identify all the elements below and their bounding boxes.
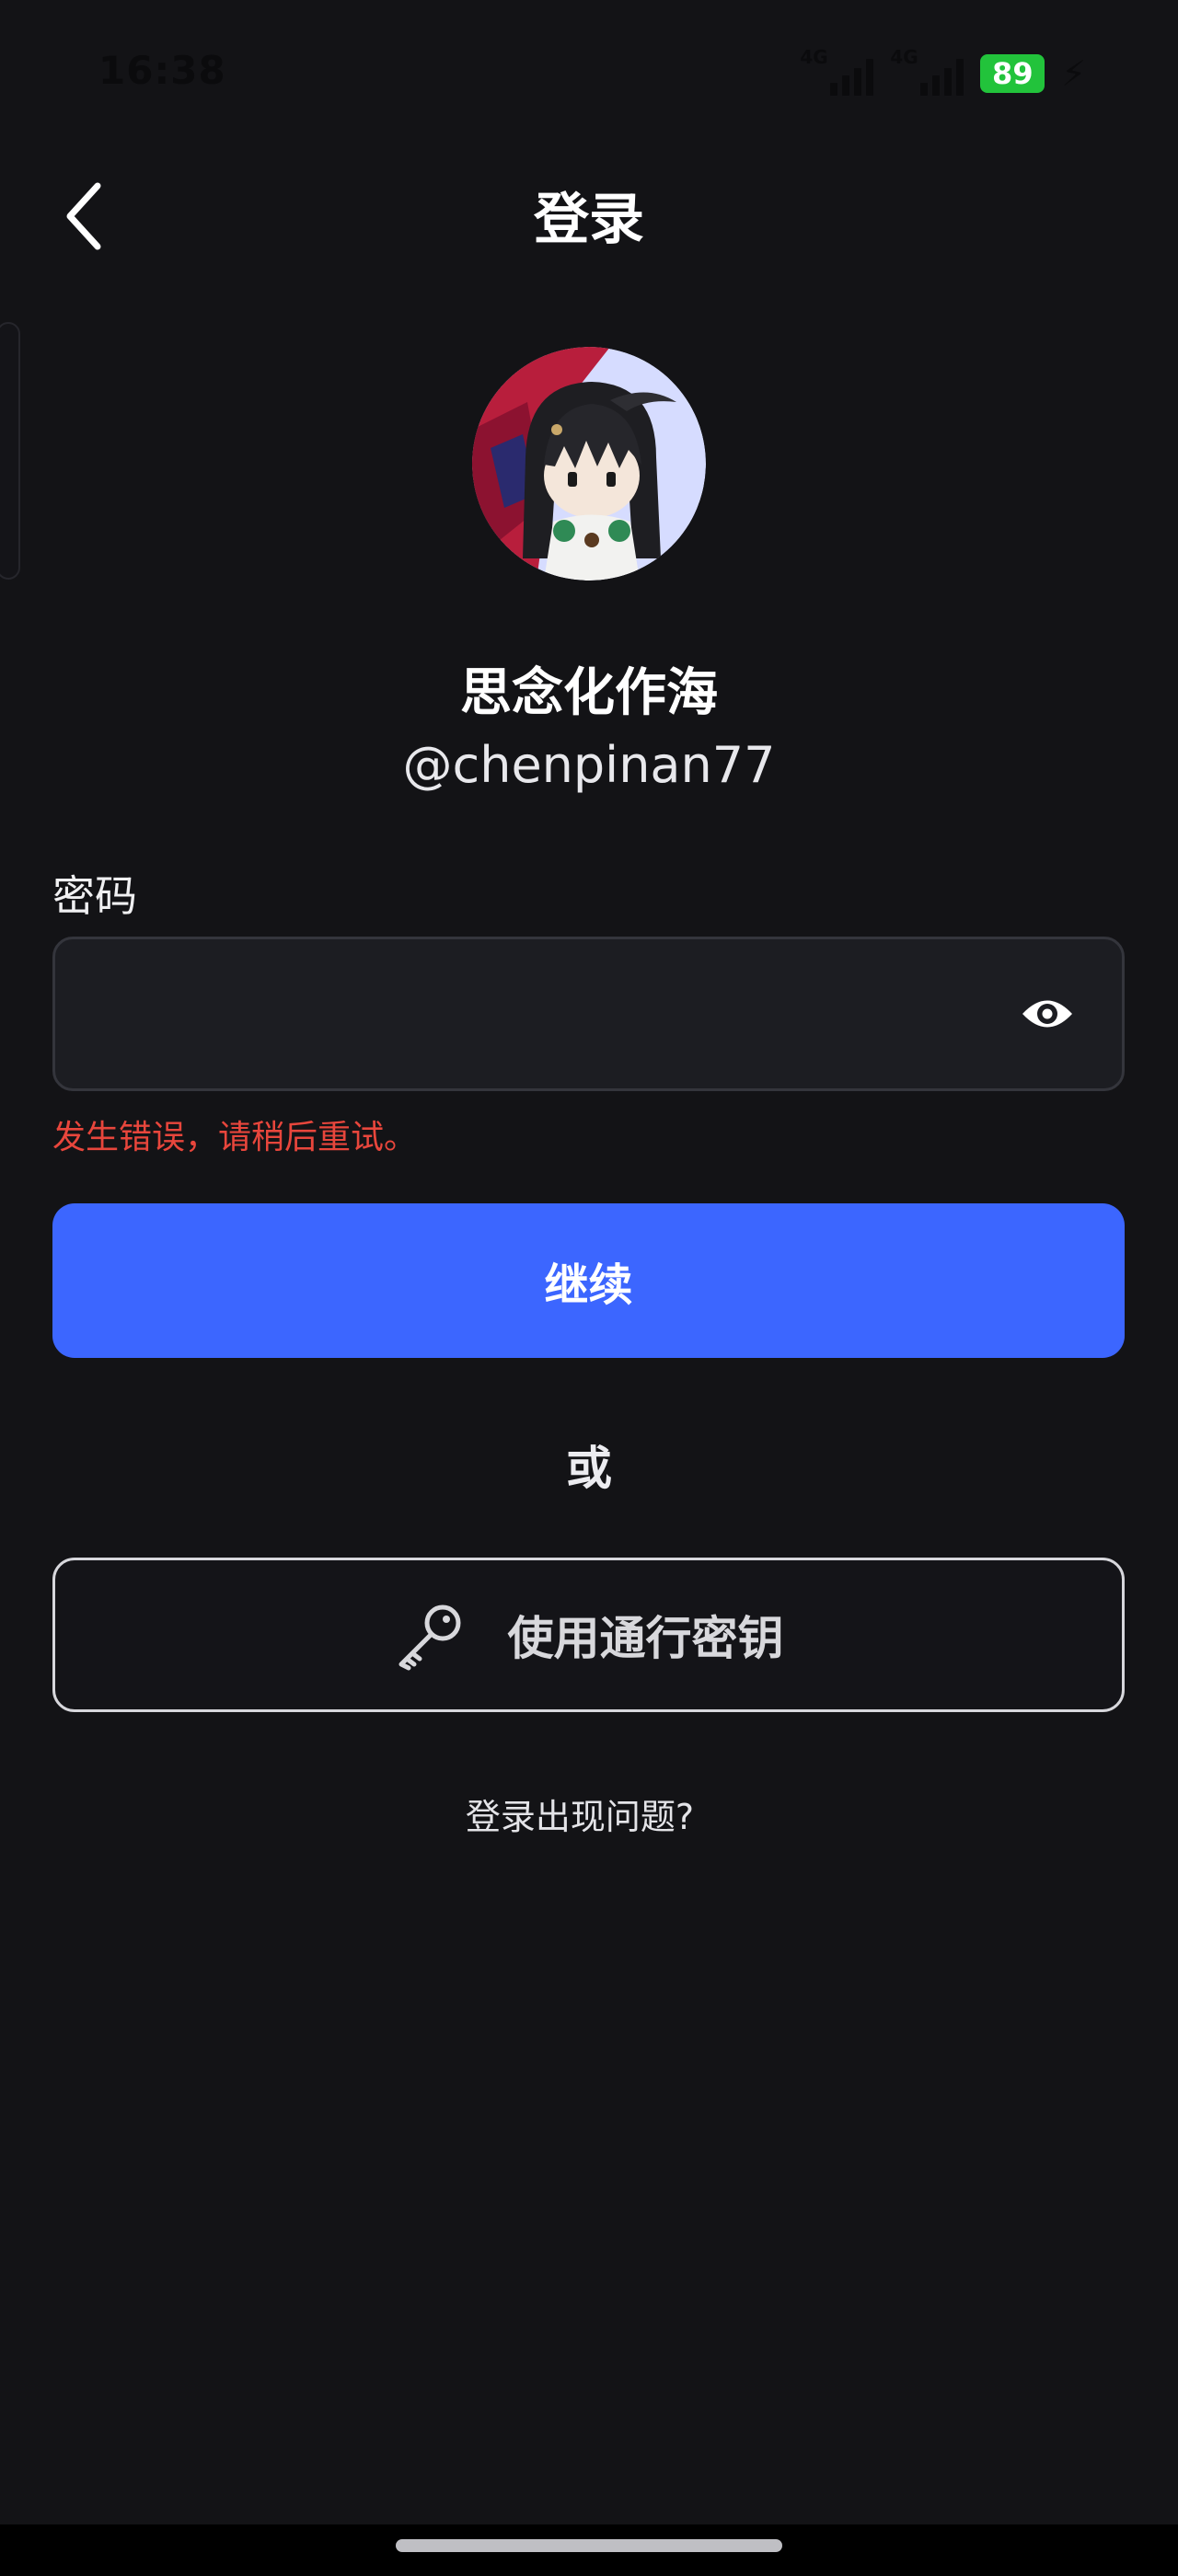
charging-icon: ⚡ [1061,53,1086,94]
signal-icon: 4G [890,46,964,96]
side-handle [0,322,20,580]
continue-button[interactable]: 继续 [52,1203,1125,1358]
avatar [472,347,706,581]
toggle-password-visibility-button[interactable] [1021,991,1074,1037]
home-indicator[interactable] [396,2539,782,2552]
password-field[interactable] [52,937,1125,1091]
display-name: 思念化作海 [460,663,718,723]
network-type-label: 4G [800,46,828,68]
battery-indicator: 89 [980,54,1045,93]
passkey-button[interactable]: 使用通行密钥 [52,1558,1125,1712]
passkey-button-label: 使用通行密钥 [507,1612,784,1665]
status-time: 16:38 [98,48,226,93]
password-label: 密码 [52,871,137,921]
signal-icon: 4G [800,46,874,96]
status-bar: 16:38 4G 4G 89 ⚡ [0,0,1178,147]
status-indicators: 4G 4G 89 ⚡ [800,46,1086,96]
eye-icon [1022,1000,1072,1028]
username: @chenpinan77 [402,736,776,794]
password-input[interactable] [83,939,1003,1088]
login-screen: 16:38 4G 4G 89 ⚡ 登录 思念化作海 @chenpinan77 密… [0,0,1178,2576]
key-icon [398,1604,460,1671]
network-type-label: 4G [890,46,918,68]
error-message: 发生错误，请稍后重试。 [52,1119,418,1156]
login-trouble-link[interactable]: 登录出现问题? [0,1788,1160,1839]
page-title: 登录 [534,188,644,252]
or-divider: 或 [566,1442,612,1495]
